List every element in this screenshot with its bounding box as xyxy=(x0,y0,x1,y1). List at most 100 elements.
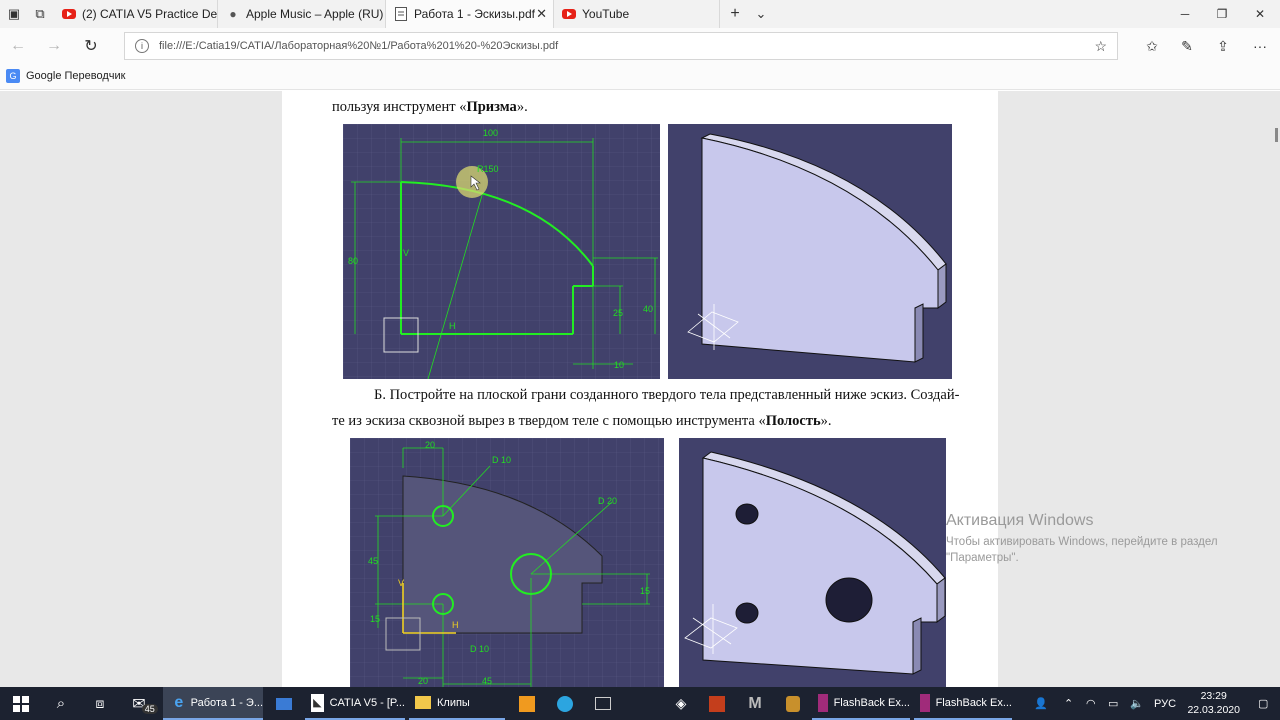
dimension-left-height: 45 xyxy=(368,556,378,566)
dimension-height: 80 xyxy=(348,256,358,266)
taskbar-label: FlashBack Ex... xyxy=(833,696,910,709)
apple-icon: ● xyxy=(229,7,237,21)
battery-icon[interactable]: ▭ xyxy=(1108,687,1118,720)
more-icon[interactable]: ··· xyxy=(1248,34,1272,58)
taskbar-label: FlashBack Ex... xyxy=(935,696,1012,709)
share-icon[interactable]: ⇪ xyxy=(1211,34,1235,58)
windows-start-icon[interactable] xyxy=(10,687,32,720)
volume-icon[interactable]: 🔈 xyxy=(1130,687,1144,720)
tab-apple-music[interactable]: ● Apple Music – Apple (RU) xyxy=(218,0,386,28)
activation-watermark: Активация Windows Чтобы активировать Win… xyxy=(946,512,1218,566)
youtube-icon xyxy=(562,7,576,21)
forward-icon[interactable]: → xyxy=(42,34,66,58)
people-icon[interactable]: 👤 xyxy=(1034,687,1048,720)
address-text: file:///E:/Catia19/CATIA/Лабораторная%20… xyxy=(159,40,559,52)
navigation-bar: ← → ↻ i file:///E:/Catia19/CATIA/Лаборат… xyxy=(0,28,1280,64)
pen-icon[interactable]: ✎ xyxy=(1175,34,1199,58)
new-tab-icon[interactable]: + xyxy=(725,4,745,24)
watermark-title: Активация Windows xyxy=(946,512,1094,529)
mail-icon[interactable]: ✉ 45 xyxy=(128,687,162,720)
flashback-icon xyxy=(920,693,930,712)
tab-catia-practice[interactable]: (2) CATIA V5 Practice Design xyxy=(54,0,218,28)
taskbar-item-flashback-1[interactable]: FlashBack Ex... xyxy=(812,687,910,720)
favorite-label: Google Переводчик xyxy=(26,70,126,82)
taskbar: ⌕ ⧈ ✉ 45 e Работа 1 - Э... ◣ CATIA V5 - … xyxy=(0,687,1280,720)
dimension-step-width: 10 xyxy=(614,360,624,370)
dimension-bottom-left: 20 xyxy=(418,676,428,686)
tab-title: (2) CATIA V5 Practice Design xyxy=(82,7,218,21)
dimension-radius: R150 xyxy=(477,164,499,174)
chevron-up-icon[interactable]: ⌃ xyxy=(1064,687,1073,720)
favorites-bar: G Google Переводчик xyxy=(0,64,1280,90)
taskbar-item-catia[interactable]: ◣ CATIA V5 - [P... xyxy=(305,687,405,720)
paragraph-line: те из эскиза сквозной вырез в твердом те… xyxy=(332,413,832,429)
restore-icon[interactable]: ❐ xyxy=(1202,0,1242,28)
sublime-icon[interactable] xyxy=(516,687,538,720)
flashback-icon xyxy=(818,693,828,712)
tab-actions-icon[interactable]: ▣ xyxy=(4,4,24,24)
taskbar-item-flashback-2[interactable]: FlashBack Ex... xyxy=(914,687,1012,720)
taskbar-label: Клипы xyxy=(437,696,470,709)
paragraph-line: Б. Постройте на плоской грани созданного… xyxy=(374,387,960,403)
watermark-line: "Параметры". xyxy=(946,552,1019,564)
dimension-right-height: 40 xyxy=(643,304,653,314)
tab-youtube[interactable]: YouTube xyxy=(554,0,720,28)
favorites-icon[interactable]: ✩ xyxy=(1140,34,1164,58)
taskbar-label: CATIA V5 - [P... xyxy=(329,696,405,709)
powerpoint-icon[interactable] xyxy=(706,687,728,720)
close-tab-icon[interactable]: ✕ xyxy=(536,6,547,22)
language-indicator[interactable]: РУС xyxy=(1154,687,1176,720)
dimension-small-hole: D 10 xyxy=(492,455,511,465)
h-axis-label: H xyxy=(449,321,456,331)
dimension-right-height: 15 xyxy=(640,586,650,596)
wifi-icon[interactable]: ◠ xyxy=(1086,687,1096,720)
scrollbar[interactable] xyxy=(1275,128,1278,142)
address-bar[interactable]: i file:///E:/Catia19/CATIA/Лабораторная%… xyxy=(124,32,1118,60)
pdf-viewer[interactable]: пользуя инструмент «Призма». 100 R150 80… xyxy=(0,91,1280,687)
refresh-icon[interactable]: ↻ xyxy=(79,34,103,58)
h-axis-label: H xyxy=(452,620,459,630)
app-icon[interactable] xyxy=(273,687,295,720)
sketch-figure-2: 20 D 10 D 20 D 10 45 15 15 20 45 H V xyxy=(350,438,664,687)
task-view-icon[interactable]: ⧈ xyxy=(89,687,111,720)
tab-pdf-active[interactable]: Работа 1 - Эскизы.pdf ✕ xyxy=(386,0,554,28)
part-3d-figure-2 xyxy=(679,438,946,687)
sketch-figure-1: 100 R150 80 40 25 10 H V xyxy=(343,124,660,379)
tab-preview-icon[interactable]: ⧉ xyxy=(30,4,50,24)
app-m-icon[interactable]: M xyxy=(744,687,766,720)
v-axis-label: V xyxy=(398,578,404,588)
dimension-left-low: 15 xyxy=(370,614,380,624)
translate-icon: G xyxy=(6,69,20,83)
telegram-icon[interactable] xyxy=(554,687,576,720)
dimension-width: 100 xyxy=(483,128,498,138)
taskbar-item-edge[interactable]: e Работа 1 - Э... xyxy=(163,687,263,720)
notifications-icon[interactable]: ▢ xyxy=(1258,687,1268,720)
catia-icon: ◣ xyxy=(311,693,324,712)
mail-badge: 45 xyxy=(141,703,158,714)
pdf-page: пользуя инструмент «Призма». 100 R150 80… xyxy=(282,91,998,687)
dimension-large-hole: D 20 xyxy=(598,496,617,506)
taskbar-label: Работа 1 - Э... xyxy=(190,696,263,709)
tab-title: Работа 1 - Эскизы.pdf xyxy=(414,7,535,21)
unity-icon[interactable]: ◈ xyxy=(670,687,692,720)
tab-strip: ▣ ⧉ (2) CATIA V5 Practice Design ● Apple… xyxy=(0,0,1280,28)
search-icon[interactable]: ⌕ xyxy=(50,687,72,720)
taskbar-item-clips[interactable]: Клипы xyxy=(409,687,505,720)
close-window-icon[interactable]: ✕ xyxy=(1240,0,1280,28)
chevron-down-icon[interactable]: ⌄ xyxy=(751,4,771,24)
favorite-google-translate[interactable]: G Google Переводчик xyxy=(6,69,126,83)
favorite-star-icon[interactable]: ☆ xyxy=(1094,38,1107,55)
terminal-icon[interactable] xyxy=(592,687,614,720)
app-shield-icon[interactable] xyxy=(782,687,804,720)
tab-title: Apple Music – Apple (RU) xyxy=(246,7,384,21)
paragraph-line: пользуя инструмент «Призма». xyxy=(332,99,528,115)
back-icon[interactable]: ← xyxy=(6,34,30,58)
dimension-small-hole-2: D 10 xyxy=(470,644,489,654)
clock[interactable]: 23:29 22.03.2020 xyxy=(1187,689,1240,717)
info-icon[interactable]: i xyxy=(135,39,149,53)
dimension-step-height: 25 xyxy=(613,308,623,318)
minimize-icon[interactable]: ─ xyxy=(1165,0,1205,28)
youtube-icon xyxy=(62,7,76,21)
v-axis-label: V xyxy=(403,248,409,258)
pdf-icon xyxy=(394,7,408,21)
